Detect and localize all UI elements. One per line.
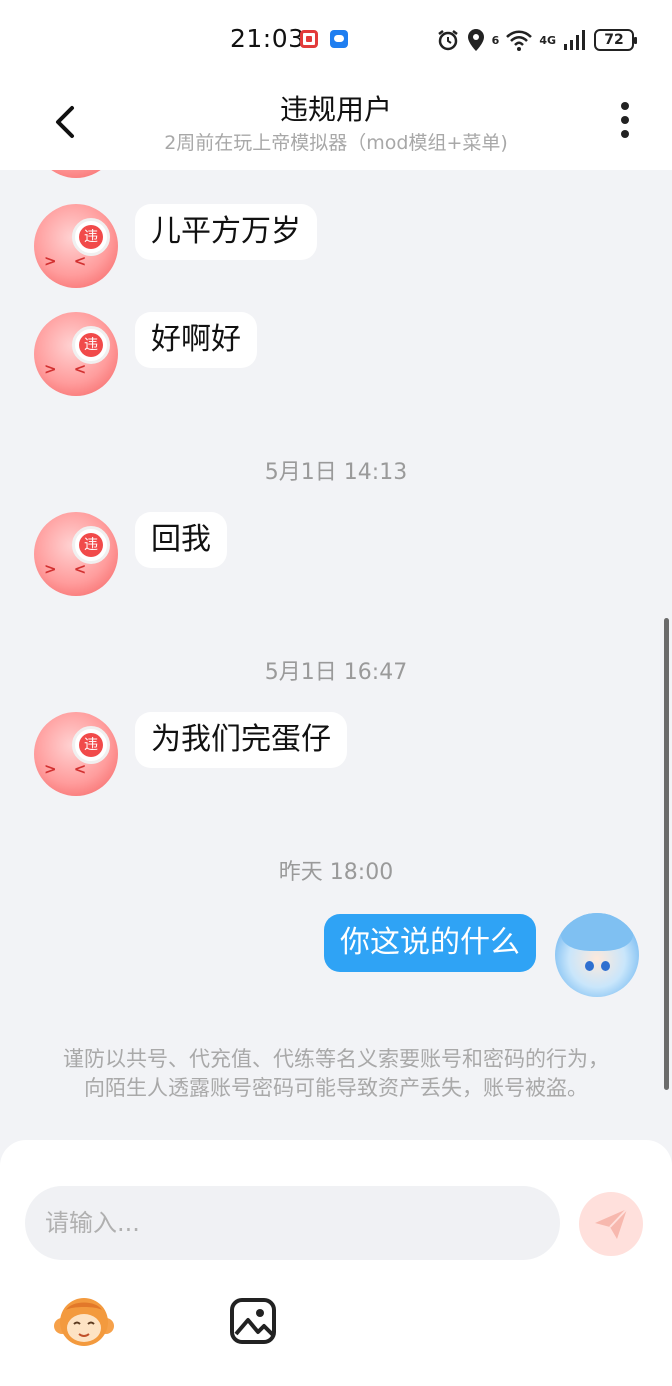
emoji-button[interactable] bbox=[52, 1290, 116, 1354]
image-icon bbox=[230, 1298, 276, 1344]
contact-avatar[interactable]: 违 bbox=[34, 170, 118, 178]
message-bubble-sent[interactable]: 你这说的什么 bbox=[324, 914, 536, 972]
violation-badge: 违 bbox=[72, 726, 110, 764]
send-button[interactable] bbox=[579, 1192, 643, 1256]
violation-badge: 违 bbox=[72, 218, 110, 256]
message-timestamp: 昨天 18:00 bbox=[278, 860, 394, 885]
wifi-icon bbox=[506, 30, 533, 51]
status-icons: 6 4G 72 bbox=[436, 26, 637, 54]
battery-indicator: 72 bbox=[594, 29, 637, 51]
message-bubble-received[interactable]: 回我 bbox=[135, 512, 227, 568]
violation-badge: 违 bbox=[72, 526, 110, 564]
message-bubble-received[interactable]: 儿平方万岁 bbox=[135, 204, 317, 260]
weather-notification-icon bbox=[330, 30, 348, 48]
avatar-face: > < bbox=[44, 252, 93, 270]
send-icon bbox=[595, 1208, 628, 1239]
safety-notice: 谨防以共号、代充值、代练等名义索要账号和密码的行为，向陌生人透露账号密码可能导致… bbox=[63, 1047, 609, 1100]
avatar-face: > < bbox=[44, 560, 93, 578]
message-timestamp: 5月1日 16:47 bbox=[264, 660, 408, 685]
composer bbox=[0, 1140, 672, 1386]
contact-avatar[interactable]: 违 > < bbox=[34, 204, 118, 288]
avatar-face: > < bbox=[44, 760, 93, 778]
page-subtitle: 2周前在玩上帝模拟器（mod模组+菜单) bbox=[164, 132, 508, 154]
violation-badge: 违 bbox=[72, 326, 110, 364]
status-bar: 21:03 6 4G 72 bbox=[0, 0, 672, 78]
message-bubble-received[interactable]: 为我们完蛋仔 bbox=[135, 712, 347, 768]
chat-scrollbar[interactable] bbox=[664, 618, 669, 1090]
network-type-label: 4G bbox=[539, 33, 556, 47]
contact-avatar[interactable]: 违 > < bbox=[34, 712, 118, 796]
message-timestamp: 5月1日 14:13 bbox=[264, 460, 408, 485]
alarm-icon bbox=[437, 30, 458, 51]
contact-avatar[interactable]: 违 > < bbox=[34, 312, 118, 396]
chat-message-list[interactable]: 违 违 > < 儿平方万岁 违 > < 好啊好 5月1日 14:13 违 > <… bbox=[0, 170, 672, 1140]
status-time: 21:03 bbox=[230, 24, 305, 53]
wifi-label: 6 bbox=[491, 33, 500, 47]
monkey-emoji-icon bbox=[54, 1298, 114, 1346]
message-bubble-received[interactable]: 好啊好 bbox=[135, 312, 257, 368]
my-avatar[interactable] bbox=[555, 913, 639, 997]
app-notification-icon bbox=[300, 30, 318, 48]
signal-icon bbox=[564, 30, 585, 50]
more-options-button[interactable] bbox=[610, 98, 640, 146]
location-icon bbox=[467, 29, 484, 51]
contact-avatar[interactable]: 违 > < bbox=[34, 512, 118, 596]
more-vertical-icon bbox=[621, 102, 629, 110]
chat-header: 违规用户 2周前在玩上帝模拟器（mod模组+菜单) bbox=[0, 78, 672, 170]
image-picker-button[interactable] bbox=[228, 1296, 278, 1346]
page-title: 违规用户 bbox=[279, 93, 392, 126]
avatar-face: > < bbox=[44, 360, 93, 378]
message-input[interactable] bbox=[25, 1186, 560, 1260]
